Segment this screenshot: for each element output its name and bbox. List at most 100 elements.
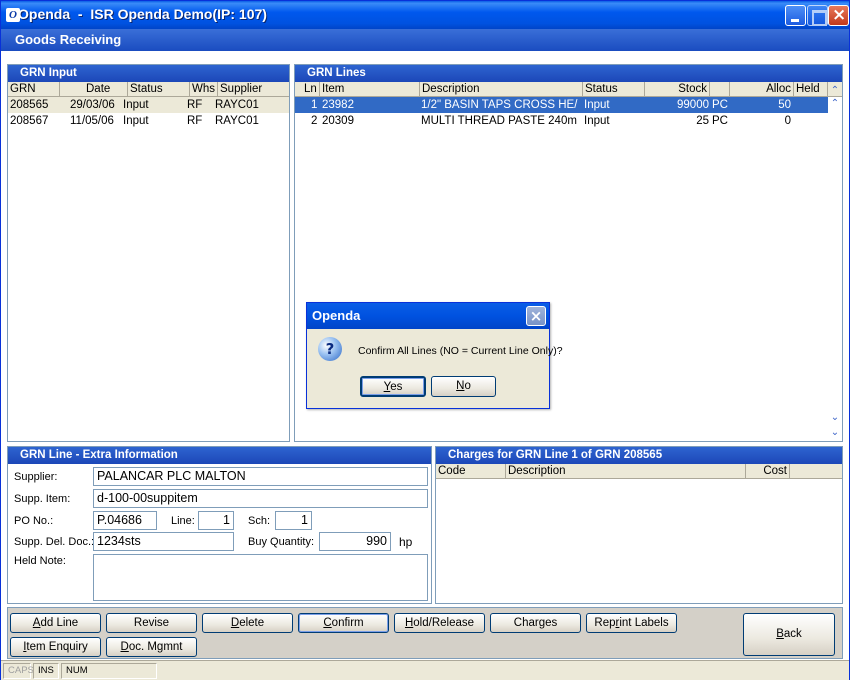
revise-button[interactable]: Revise	[106, 613, 197, 633]
buy-qty-field[interactable]: 990	[319, 532, 391, 551]
maximize-button[interactable]	[807, 5, 828, 26]
cell-status: Input	[123, 99, 149, 111]
po-field[interactable]: P.04686	[93, 511, 157, 530]
cell-status: Input	[584, 115, 610, 127]
cell-grn: 208565	[10, 99, 49, 111]
supplier-label: Supplier:	[14, 471, 58, 483]
held-note-field[interactable]	[93, 554, 428, 601]
grn-input-title: GRN Input	[8, 65, 289, 82]
delete-button[interactable]: Delete	[202, 613, 293, 633]
held-note-label: Held Note:	[14, 555, 66, 567]
col-date[interactable]: Date	[60, 82, 128, 97]
grn-input-panel: GRN Input GRN Date Status Whs Supplier 2…	[7, 64, 290, 442]
extra-info-title: GRN Line - Extra Information	[8, 447, 431, 464]
cell-status: Input	[123, 115, 149, 127]
cell-uom: PC	[712, 99, 728, 111]
cell-whs: RF	[187, 115, 203, 127]
del-doc-field[interactable]: 1234sts	[93, 532, 234, 551]
col-description[interactable]: Description	[506, 464, 746, 479]
item-enquiry-button[interactable]: Item Enquiry	[10, 637, 101, 657]
scroll-down-bottom-icon[interactable]: ⌄	[829, 427, 841, 439]
grn-lines-header: Ln Item Description Status Stock Alloc H…	[295, 82, 842, 97]
cell-ln: 2	[311, 115, 318, 127]
col-grn[interactable]: GRN	[8, 82, 60, 97]
col-uom[interactable]	[710, 82, 730, 97]
supp-item-field[interactable]: d-100-00suppitem	[93, 489, 428, 508]
page-title: Goods Receiving	[1, 29, 849, 51]
back-button[interactable]: Back	[743, 613, 835, 656]
sch-field[interactable]: 1	[275, 511, 312, 530]
button-bar: Add Line Revise Delete Confirm Hold/Rele…	[7, 607, 843, 659]
cell-whs: RF	[187, 99, 203, 111]
close-icon: ×	[832, 5, 847, 25]
cell-supplier: RAYC01	[215, 99, 259, 111]
hold-release-button[interactable]: Hold/Release	[394, 613, 485, 633]
col-code[interactable]: Code	[436, 464, 506, 479]
add-line-button[interactable]: Add Line	[10, 613, 101, 633]
cell-description: MULTI THREAD PASTE 240m	[421, 115, 577, 127]
reprint-labels-button[interactable]: Reprint Labels	[586, 613, 677, 633]
dialog-title-bar[interactable]: Openda ×	[307, 303, 549, 329]
table-row[interactable]: 2 20309 MULTI THREAD PASTE 240m Input 25…	[295, 113, 828, 129]
yes-button[interactable]: Yes	[360, 376, 426, 397]
cell-stock: 25	[696, 115, 709, 127]
col-whs[interactable]: Whs	[190, 82, 218, 97]
status-bar: CAPS INS NUM	[1, 660, 849, 680]
col-stock[interactable]: Stock	[645, 82, 710, 97]
title-bar[interactable]: O Openda - ISR Openda Demo(IP: 107) ×	[1, 1, 849, 29]
no-button[interactable]: No	[431, 376, 496, 397]
cell-alloc: 50	[778, 99, 791, 111]
supp-item-label: Supp. Item:	[14, 493, 71, 505]
caps-indicator: CAPS	[3, 663, 34, 679]
table-row[interactable]: 208567 11/05/06 Input RF RAYC01	[8, 113, 289, 129]
table-row[interactable]: 208565 29/03/06 Input RF RAYC01	[8, 97, 289, 113]
confirm-dialog: Openda × ? Confirm All Lines (NO = Curre…	[306, 302, 563, 409]
cell-status: Input	[584, 99, 610, 111]
question-icon: ?	[318, 337, 342, 361]
supplier-field[interactable]: PALANCAR PLC MALTON	[93, 467, 428, 486]
cell-supplier: RAYC01	[215, 115, 259, 127]
line-field[interactable]: 1	[198, 511, 234, 530]
table-row[interactable]: 1 23982 1/2" BASIN TAPS CROSS HE/ Input …	[295, 97, 828, 113]
col-description[interactable]: Description	[420, 82, 583, 97]
doc-mgmnt-button[interactable]: Doc. Mgmnt	[106, 637, 197, 657]
close-button[interactable]: ×	[828, 5, 849, 26]
col-ln[interactable]: Ln	[295, 82, 320, 97]
dialog-title: Openda	[312, 308, 361, 323]
col-status[interactable]: Status	[128, 82, 190, 97]
charges-header: Code Description Cost	[436, 464, 842, 479]
col-cost[interactable]: Cost	[746, 464, 790, 479]
confirm-button[interactable]: Confirm	[298, 613, 389, 633]
cell-grn: 208567	[10, 115, 49, 127]
col-alloc[interactable]: Alloc	[730, 82, 794, 97]
cell-item: 23982	[322, 99, 354, 111]
scroll-up-icon[interactable]: ⌃	[829, 98, 841, 110]
col-status[interactable]: Status	[583, 82, 645, 97]
grn-input-header: GRN Date Status Whs Supplier	[8, 82, 289, 97]
col-held[interactable]: Held	[794, 82, 828, 97]
charges-title: Charges for GRN Line 1 of GRN 208565	[436, 447, 842, 464]
po-label: PO No.:	[14, 515, 54, 527]
window-title: Openda - ISR Openda Demo(IP: 107)	[18, 6, 267, 22]
extra-info-panel: GRN Line - Extra Information Supplier: P…	[7, 446, 432, 604]
col-item[interactable]: Item	[320, 82, 420, 97]
charges-button[interactable]: Charges	[490, 613, 581, 633]
buy-qty-unit: hp	[399, 535, 413, 549]
scroll-up-top-icon[interactable]: ⌃	[829, 85, 841, 97]
dialog-close-button[interactable]: ×	[526, 306, 546, 326]
cell-item: 20309	[322, 115, 354, 127]
num-indicator: NUM	[61, 663, 157, 679]
minimize-button[interactable]	[785, 5, 806, 26]
cell-date: 29/03/06	[70, 99, 115, 111]
col-supplier[interactable]: Supplier	[218, 82, 289, 97]
del-doc-label: Supp. Del. Doc.:	[14, 536, 95, 548]
cell-description: 1/2" BASIN TAPS CROSS HE/	[421, 99, 578, 111]
scroll-down-icon[interactable]: ⌄	[829, 412, 841, 424]
cell-date: 11/05/06	[70, 115, 114, 127]
charges-panel: Charges for GRN Line 1 of GRN 208565 Cod…	[435, 446, 843, 604]
cell-ln: 1	[311, 99, 318, 111]
line-label: Line:	[171, 515, 195, 527]
buy-qty-label: Buy Quantity:	[248, 536, 315, 548]
cell-alloc: 0	[784, 115, 791, 127]
cell-stock: 99000	[677, 99, 709, 111]
